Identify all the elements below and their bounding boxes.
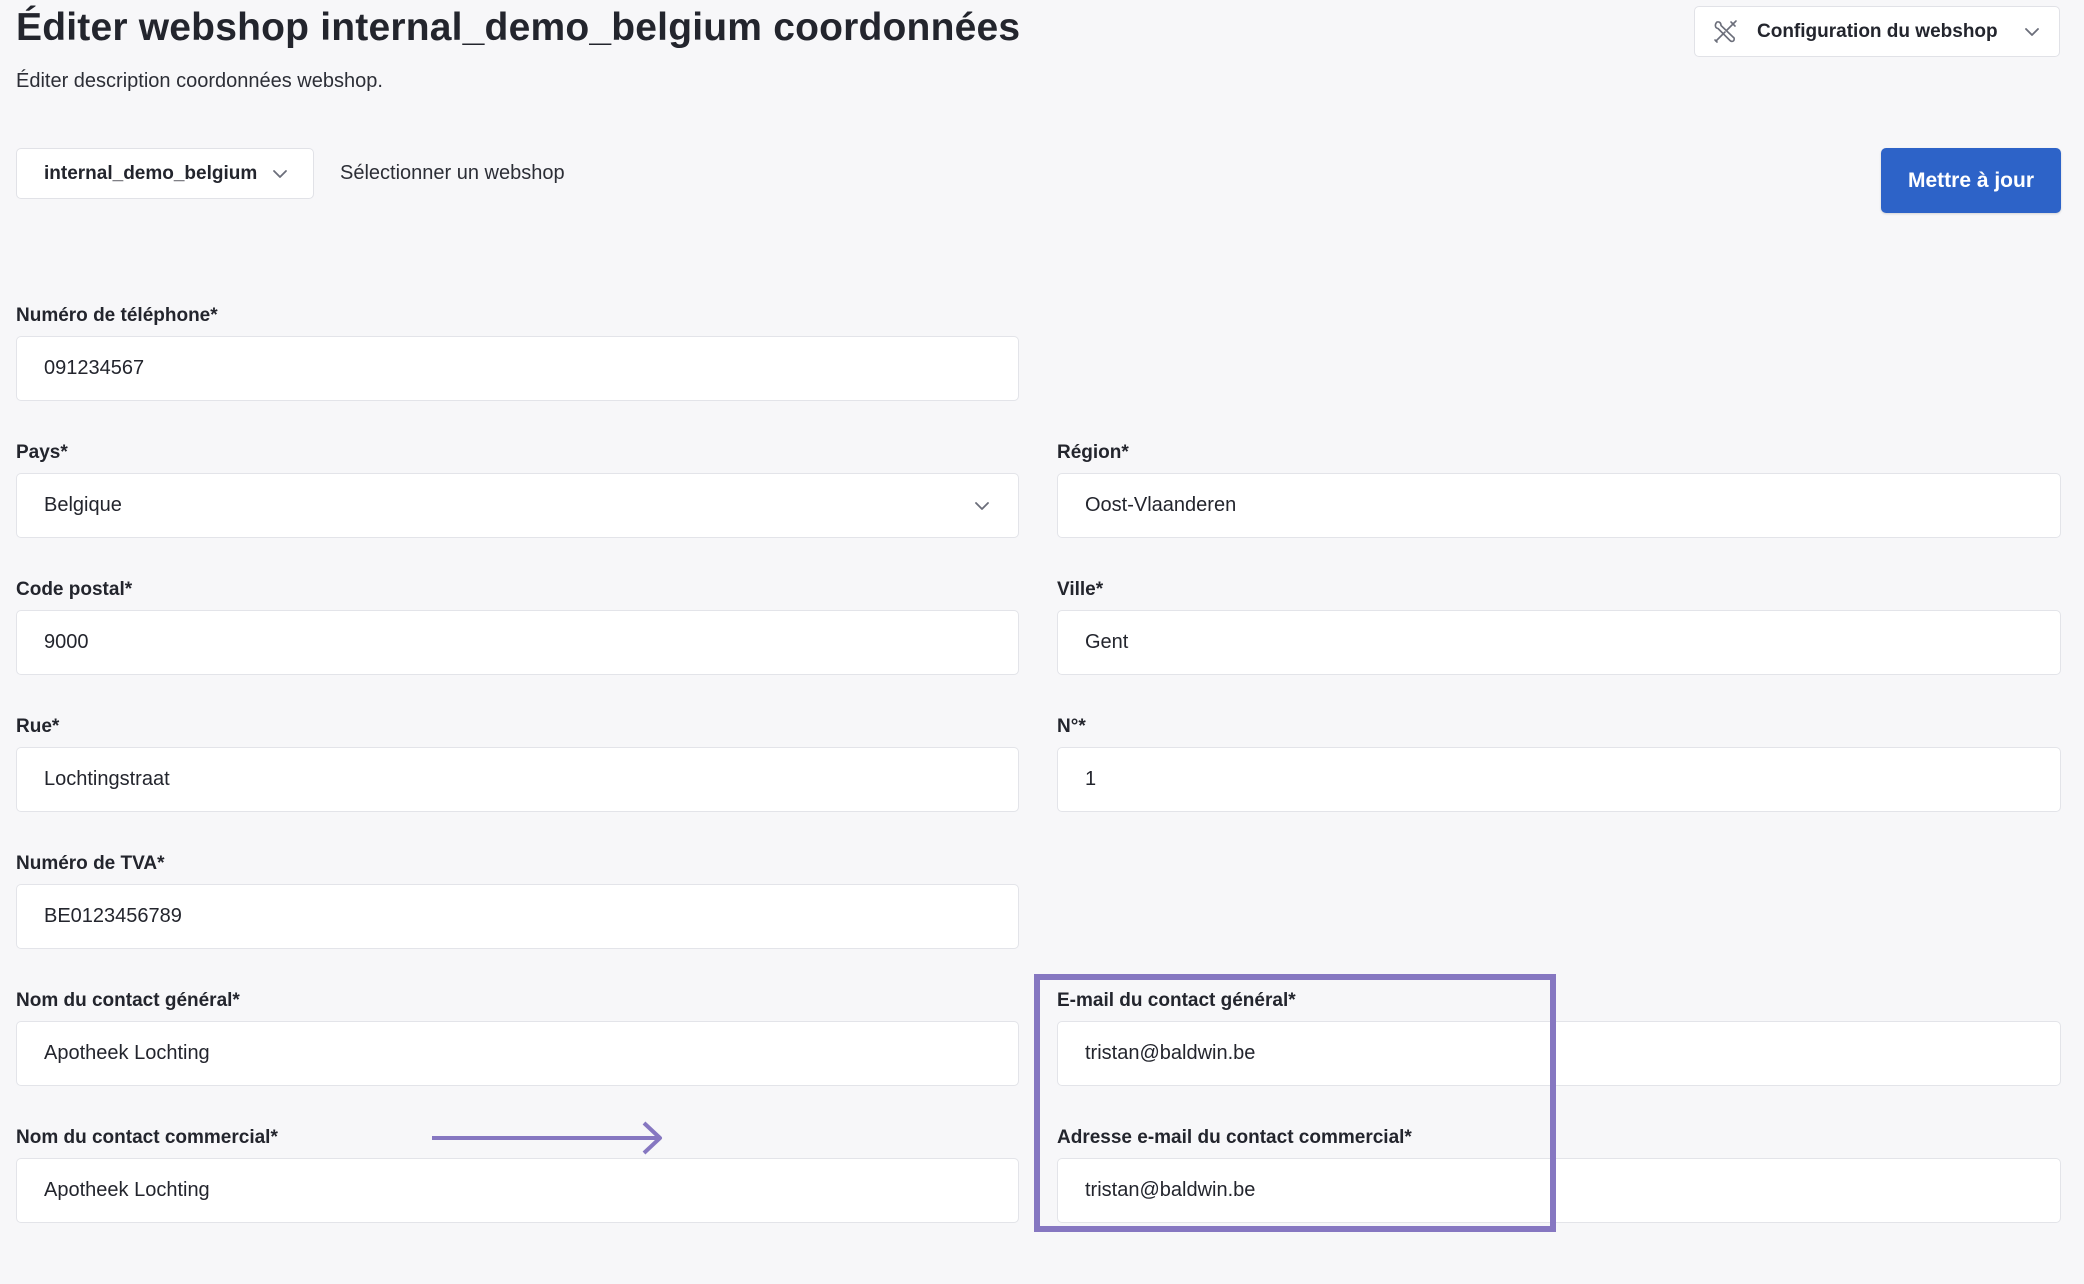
commercial-contact-name-field[interactable]: Apotheek Lochting [16,1158,1019,1223]
vat-label: Numéro de TVA* [16,853,165,874]
commercial-contact-email-value: tristan@baldwin.be [1085,1179,1256,1201]
general-contact-name-value: Apotheek Lochting [44,1042,210,1064]
street-label: Rue* [16,716,60,737]
phone-field[interactable]: 091234567 [16,336,1019,401]
chevron-down-icon [2025,27,2039,36]
postal-code-value: 9000 [44,631,89,653]
tools-icon [1714,19,1737,43]
city-field[interactable]: Gent [1057,610,2061,675]
city-value: Gent [1085,631,1129,653]
postal-code-field[interactable]: 9000 [16,610,1019,675]
vat-value: BE0123456789 [44,905,182,927]
house-number-label: N°* [1057,716,1086,737]
page-subtitle: Éditer description coordonnées webshop. [16,70,383,92]
phone-label: Numéro de téléphone* [16,305,218,326]
phone-value: 091234567 [44,357,145,379]
config-dropdown-label: Configuration du webshop [1757,20,1998,42]
chevron-down-icon [273,169,287,178]
country-select[interactable]: Belgique [16,473,1019,538]
page-title: Éditer webshop internal_demo_belgium coo… [16,6,1021,49]
street-value: Lochtingstraat [44,768,170,790]
country-label: Pays* [16,442,68,463]
commercial-contact-name-label: Nom du contact commercial* [16,1127,278,1148]
region-label: Région* [1057,442,1129,463]
commercial-contact-email-label: Adresse e-mail du contact commercial* [1057,1127,1412,1148]
webshop-select-value: internal_demo_belgium [44,162,258,184]
street-field[interactable]: Lochtingstraat [16,747,1019,812]
house-number-field[interactable]: 1 [1057,747,2061,812]
country-value: Belgique [44,494,122,516]
region-field[interactable]: Oost-Vlaanderen [1057,473,2061,538]
commercial-contact-email-field[interactable]: tristan@baldwin.be [1057,1158,2061,1223]
annotation-arrow [432,1121,662,1155]
general-contact-email-label: E-mail du contact général* [1057,990,1296,1011]
webshop-select-hint: Sélectionner un webshop [340,162,565,184]
house-number-value: 1 [1085,768,1097,790]
general-contact-email-value: tristan@baldwin.be [1085,1042,1256,1064]
chevron-down-icon [975,501,989,510]
postal-code-label: Code postal* [16,579,133,600]
webshop-config-dropdown[interactable]: Configuration du webshop [1694,6,2060,57]
update-button[interactable]: Mettre à jour [1881,148,2061,213]
region-value: Oost-Vlaanderen [1085,494,1237,516]
general-contact-name-label: Nom du contact général* [16,990,240,1011]
vat-field[interactable]: BE0123456789 [16,884,1019,949]
general-contact-name-field[interactable]: Apotheek Lochting [16,1021,1019,1086]
webshop-select[interactable]: internal_demo_belgium [16,148,314,199]
general-contact-email-field[interactable]: tristan@baldwin.be [1057,1021,2061,1086]
commercial-contact-name-value: Apotheek Lochting [44,1179,210,1201]
city-label: Ville* [1057,579,1104,600]
